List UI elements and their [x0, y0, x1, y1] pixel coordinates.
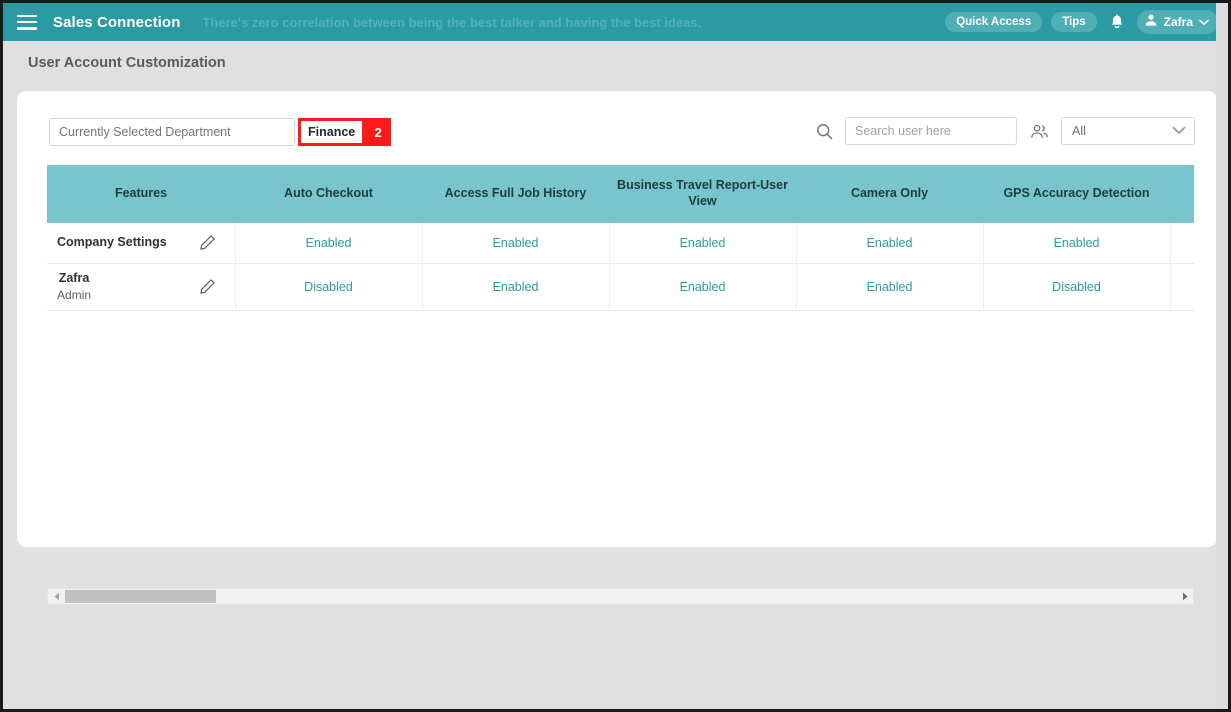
user-filter-select[interactable]: All: [1061, 117, 1195, 145]
arrow-left-icon[interactable]: [48, 589, 65, 604]
user-filter-value: All: [1072, 124, 1086, 138]
header-actions: Quick Access Tips Zafra: [945, 10, 1218, 34]
horizontal-scrollbar[interactable]: [47, 588, 1194, 605]
table-scroll-area[interactable]: Features Auto Checkout Access Full Job H…: [47, 165, 1194, 500]
features-table: Features Auto Checkout Access Full Job H…: [47, 165, 1194, 311]
cell-status[interactable]: Disabled: [983, 263, 1171, 311]
bell-icon[interactable]: [1106, 11, 1128, 33]
department-selector[interactable]: Currently Selected Department: [49, 118, 295, 146]
column-header-camera-only[interactable]: Camera Only: [796, 165, 983, 223]
row-name: Zafra: [58, 270, 90, 285]
chevron-down-icon: [1199, 13, 1209, 31]
table-row: Zafra Admin Disabled Enabled Enabled Ena…: [47, 263, 1194, 311]
cell-status[interactable]: Enabled: [983, 223, 1171, 264]
cell-overflow: [1170, 223, 1194, 264]
arrow-right-icon[interactable]: [1176, 589, 1193, 604]
column-header-gps-accuracy-detection[interactable]: GPS Accuracy Detection: [983, 165, 1170, 223]
department-label: Currently Selected Department: [59, 125, 231, 139]
cell-status[interactable]: Enabled: [422, 263, 610, 311]
content-card: Currently Selected Department Finance 2: [17, 91, 1217, 605]
table-row: Company Settings Enabled Enabled Enabled…: [47, 223, 1194, 264]
pencil-icon[interactable]: [197, 232, 219, 254]
department-value-highlight[interactable]: Finance: [298, 118, 366, 146]
column-header-access-full-job-history[interactable]: Access Full Job History: [422, 165, 609, 223]
row-subtitle: Admin: [57, 287, 92, 302]
search-icon[interactable]: [814, 121, 834, 141]
table-header-row: Features Auto Checkout Access Full Job H…: [47, 165, 1194, 223]
app-viewport: Sales Connection There's zero correlatio…: [0, 0, 1231, 712]
search-filter-group: All: [814, 117, 1195, 145]
table-toolbar: Currently Selected Department Finance 2: [17, 91, 1217, 165]
user-name-label: Zafra: [1163, 15, 1193, 29]
tips-button[interactable]: Tips: [1051, 12, 1097, 32]
scrollbar-thumb[interactable]: [65, 590, 216, 603]
app-header: Sales Connection There's zero correlatio…: [3, 3, 1228, 41]
page-title: User Account Customization: [28, 55, 226, 71]
cell-status[interactable]: Enabled: [796, 223, 984, 264]
user-menu[interactable]: Zafra: [1136, 10, 1218, 34]
table-header: Features Auto Checkout Access Full Job H…: [47, 165, 1194, 223]
page-title-bar: User Account Customization: [3, 41, 1228, 85]
person-icon: [1144, 13, 1158, 32]
cell-overflow: [1170, 263, 1194, 311]
table-body: Company Settings Enabled Enabled Enabled…: [47, 223, 1194, 311]
cell-status[interactable]: Disabled: [235, 263, 423, 311]
cell-status[interactable]: Enabled: [235, 223, 423, 264]
department-selector-group: Currently Selected Department Finance 2: [49, 118, 392, 146]
row-label-cell: Company Settings: [47, 223, 236, 264]
quick-access-button[interactable]: Quick Access: [945, 12, 1043, 32]
people-icon[interactable]: [1028, 121, 1050, 141]
row-name: Company Settings: [57, 235, 167, 250]
chevron-down-icon: [1172, 122, 1186, 140]
pencil-icon[interactable]: [197, 276, 219, 298]
cell-status[interactable]: Enabled: [609, 223, 797, 264]
scrollbar-track[interactable]: [65, 589, 1176, 604]
column-header-features[interactable]: Features: [47, 165, 235, 223]
column-header-auto-checkout[interactable]: Auto Checkout: [235, 165, 422, 223]
cell-status[interactable]: Enabled: [422, 223, 610, 264]
cell-status[interactable]: Enabled: [609, 263, 797, 311]
department-value: Finance: [308, 125, 356, 139]
row-label-cell: Zafra Admin: [47, 263, 236, 311]
features-table-region: Features Auto Checkout Access Full Job H…: [47, 165, 1194, 525]
cell-status[interactable]: Enabled: [796, 263, 984, 311]
page-vertical-scrollbar[interactable]: [1216, 3, 1228, 709]
app-brand-title: Sales Connection: [53, 13, 181, 31]
search-input[interactable]: [845, 117, 1017, 145]
header-tagline: There's zero correlation between being t…: [202, 14, 702, 30]
column-header-overflow: [1170, 165, 1194, 223]
column-header-business-travel-report-user-view[interactable]: Business Travel Report-User View: [609, 165, 796, 223]
step-number-badge: 2: [365, 118, 392, 146]
hamburger-menu-icon[interactable]: [17, 14, 37, 30]
